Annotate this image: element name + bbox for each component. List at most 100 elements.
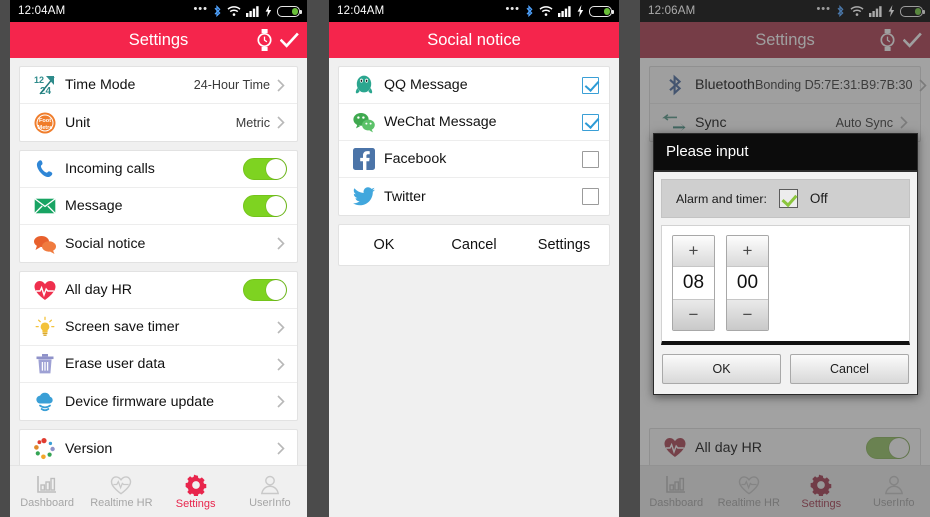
lightbulb-icon <box>32 314 58 340</box>
status-bar: 12:04AM ••• <box>329 0 619 22</box>
alarm-label: Alarm and timer: <box>676 191 767 206</box>
row-screen-save-timer[interactable]: Screen save timer <box>20 309 297 346</box>
tab-userinfo[interactable]: UserInfo <box>233 475 307 509</box>
list-item-twitter[interactable]: Twitter <box>339 178 609 215</box>
app-bar-actions <box>880 29 922 51</box>
row-label: Version <box>65 440 113 457</box>
hour-decrement-button[interactable]: − <box>673 300 714 330</box>
tab-dashboard[interactable]: Dashboard <box>10 475 84 509</box>
checkbox-twitter[interactable] <box>582 188 599 205</box>
tab-realtime-hr[interactable]: Realtime HR <box>84 475 158 509</box>
toggle-all-day-hr[interactable] <box>866 436 910 459</box>
tab-dashboard[interactable]: Dashboard <box>640 475 713 509</box>
tab-label: Settings <box>801 497 842 510</box>
page-title: Social notice <box>427 30 521 49</box>
version-dots-icon <box>32 436 58 462</box>
tab-realtime-hr[interactable]: Realtime HR <box>713 475 786 509</box>
status-bar-icons: ••• <box>816 3 925 18</box>
action-button-row: OK Cancel Settings <box>339 225 609 265</box>
toggle-message[interactable] <box>243 195 287 217</box>
row-version[interactable]: Version <box>20 430 297 467</box>
row-firmware-update[interactable]: Device firmware update <box>20 383 297 420</box>
dialog-cancel-button[interactable]: Cancel <box>790 354 909 384</box>
status-bar-time: 12:06AM <box>648 5 696 17</box>
row-erase-user-data[interactable]: Erase user data <box>20 346 297 383</box>
svg-text:Metre: Metre <box>38 125 53 131</box>
list-item-wechat[interactable]: WeChat Message <box>339 104 609 141</box>
tab-label: UserInfo <box>872 496 915 509</box>
row-all-day-hr[interactable]: All day HR <box>20 272 297 309</box>
settings-group-notifications: Incoming calls Message Social notice <box>19 150 298 263</box>
checkbox-qq[interactable] <box>582 76 599 94</box>
screenshot-stage: 12:04AM ••• Settings 12 24 Time Mode 24-… <box>0 0 930 517</box>
heart-pulse-icon <box>738 475 759 495</box>
row-time-mode[interactable]: 12 24 Time Mode 24-Hour Time <box>20 67 297 104</box>
minute-value[interactable]: 00 <box>727 266 768 300</box>
wechat-icon <box>351 109 377 135</box>
bottom-tab-bar[interactable]: Dashboard Realtime HR Settings UserInfo <box>10 465 307 517</box>
qq-penguin-icon <box>351 72 377 98</box>
unit-icon: Foot Metre <box>32 110 58 136</box>
row-bluetooth[interactable]: Bluetooth Bonding D5:7E:31:B9:7B:30 <box>650 67 927 104</box>
chat-bubbles-icon <box>32 231 58 257</box>
gear-icon <box>810 474 832 496</box>
chevron-right-icon <box>917 78 930 92</box>
tab-label: Dashboard <box>20 496 75 509</box>
check-icon[interactable] <box>903 32 922 49</box>
minute-spinner[interactable]: + 00 − <box>726 235 769 331</box>
row-label: Screen save timer <box>65 319 180 335</box>
dialog-ok-button[interactable]: OK <box>662 354 781 384</box>
list-item-qq[interactable]: QQ Message <box>339 67 609 104</box>
bottom-tab-bar[interactable]: Dashboard Realtime HR Settings UserInfo <box>640 465 930 517</box>
more-dots-icon: ••• <box>193 3 208 15</box>
watch-icon[interactable] <box>880 29 895 51</box>
dialog-buttons: OK Cancel <box>654 345 917 394</box>
settings-group-hr: All day HR <box>649 428 921 467</box>
dialog-action-card: OK Cancel Settings <box>338 224 610 266</box>
tab-settings[interactable]: Settings <box>159 474 233 510</box>
chevron-right-icon <box>274 320 287 334</box>
minute-increment-button[interactable]: + <box>727 236 768 266</box>
row-value: Auto Sync <box>835 115 893 130</box>
ok-button[interactable]: OK <box>339 237 429 253</box>
row-message[interactable]: Message <box>20 188 297 225</box>
tab-label: Settings <box>175 497 216 510</box>
row-all-day-hr[interactable]: All day HR <box>650 429 920 466</box>
settings-list[interactable]: 12 24 Time Mode 24-Hour Time Foot Metre Un… <box>10 58 307 517</box>
row-value: Metric <box>235 115 270 130</box>
phone-panel-social-notice: 12:04AM ••• Social notice QQ Message WeC… <box>329 0 619 517</box>
time-mode-icon: 12 24 <box>32 72 58 98</box>
row-social-notice[interactable]: Social notice <box>20 225 297 262</box>
row-incoming-calls[interactable]: Incoming calls <box>20 151 297 188</box>
checkbox-alarm-and-timer[interactable] <box>778 189 798 208</box>
page-title: Settings <box>128 30 189 49</box>
more-dots-icon: ••• <box>505 3 520 15</box>
alarm-and-timer-row: Alarm and timer: Off <box>661 179 910 218</box>
dialog-body: Alarm and timer: Off + 08 − + 00 − <box>654 172 917 345</box>
minute-decrement-button[interactable]: − <box>727 300 768 330</box>
toggle-all-day-hr[interactable] <box>243 279 287 301</box>
hour-value[interactable]: 08 <box>673 266 714 300</box>
social-notice-list[interactable]: QQ Message WeChat Message Facebook Twitt… <box>329 58 619 517</box>
tab-userinfo[interactable]: UserInfo <box>858 475 930 509</box>
checkbox-facebook[interactable] <box>582 150 599 168</box>
person-icon <box>260 475 279 494</box>
status-bar-icons: ••• <box>505 3 614 18</box>
watch-icon[interactable] <box>257 29 272 51</box>
tab-label: Dashboard <box>649 496 704 509</box>
hour-increment-button[interactable]: + <box>673 236 714 266</box>
tab-settings[interactable]: Settings <box>785 474 858 510</box>
checkbox-wechat[interactable] <box>582 113 599 131</box>
twitter-icon <box>351 184 377 210</box>
check-icon[interactable] <box>280 32 299 49</box>
tab-label: UserInfo <box>249 496 291 509</box>
settings-group-device: All day HR Screen save timer Erase user … <box>19 271 298 421</box>
battery-icon <box>589 5 614 17</box>
toggle-incoming-calls[interactable] <box>243 158 287 180</box>
settings-button[interactable]: Settings <box>519 237 609 253</box>
hour-spinner[interactable]: + 08 − <box>672 235 715 331</box>
list-item-label: Facebook <box>384 151 447 167</box>
row-unit[interactable]: Foot Metre Unit Metric <box>20 104 297 141</box>
cancel-button[interactable]: Cancel <box>429 237 519 253</box>
list-item-facebook[interactable]: Facebook <box>339 141 609 178</box>
